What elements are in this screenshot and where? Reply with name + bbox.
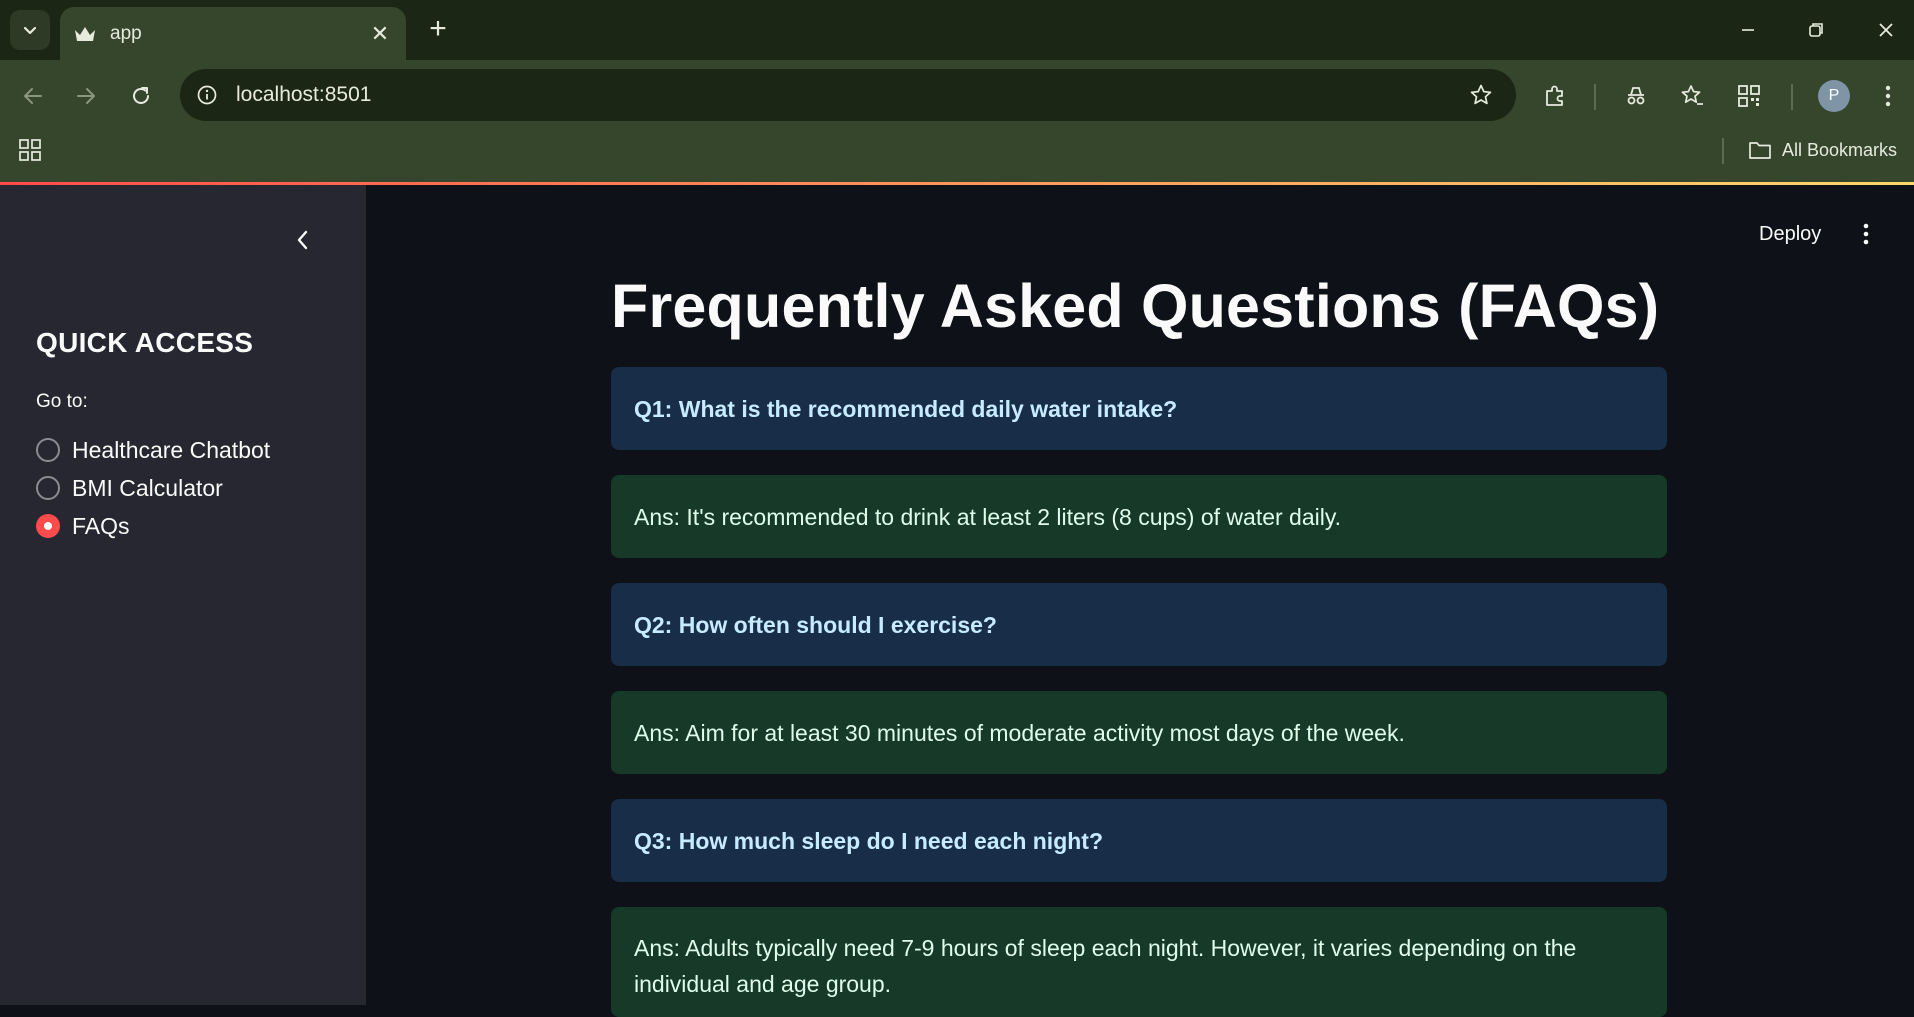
- site-info-icon[interactable]: [194, 82, 220, 108]
- reload-button[interactable]: [121, 76, 161, 116]
- radio-button-unchecked[interactable]: [36, 438, 60, 462]
- kebab-menu-icon: [1863, 223, 1869, 245]
- star-list-icon: [1681, 85, 1703, 105]
- arrow-right-icon: [77, 88, 95, 104]
- back-button[interactable]: [13, 76, 53, 116]
- minimize-button[interactable]: [1728, 12, 1768, 48]
- close-icon: [1879, 23, 1893, 37]
- main-content: Deploy Frequently Asked Questions (FAQs)…: [366, 185, 1914, 1017]
- chevron-down-icon: [23, 26, 37, 35]
- faq-question-card: Q1: What is the recommended daily water …: [611, 367, 1667, 450]
- sidebar: QUICK ACCESS Go to: Healthcare Chatbot B…: [0, 185, 366, 1005]
- faq-question-text: Q3: How much sleep do I need each night?: [634, 827, 1104, 854]
- toolbar-divider: [1791, 84, 1793, 110]
- tab-close-button[interactable]: ✕: [368, 21, 392, 47]
- apps-grid-button[interactable]: [16, 136, 44, 164]
- browser-tab-bar: app ✕ +: [0, 0, 1914, 60]
- faq-question-text: Q2: How often should I exercise?: [634, 611, 997, 638]
- reload-icon: [133, 87, 149, 104]
- browser-menu-button[interactable]: [1868, 76, 1908, 116]
- favorites-button[interactable]: [1672, 76, 1712, 116]
- browser-tab-active[interactable]: app ✕: [60, 7, 406, 60]
- faq-answer-card: Ans: Aim for at least 30 minutes of mode…: [611, 691, 1667, 774]
- forward-button[interactable]: [66, 76, 106, 116]
- bookmark-star-icon[interactable]: [1466, 80, 1496, 110]
- radio-option-label: BMI Calculator: [72, 474, 223, 501]
- radio-group-label: Go to:: [36, 391, 88, 412]
- folder-icon: [1748, 140, 1772, 160]
- arrow-left-icon: [24, 88, 42, 104]
- faq-answer-card: Ans: Adults typically need 7-9 hours of …: [611, 907, 1667, 1017]
- page-title: Frequently Asked Questions (FAQs): [611, 272, 1660, 340]
- minimize-icon: [1742, 29, 1754, 31]
- bookmarks-divider: [1722, 138, 1724, 164]
- faq-answer-text: Ans: Adults typically need 7-9 hours of …: [634, 935, 1577, 997]
- radio-button-unchecked[interactable]: [36, 476, 60, 500]
- address-bar[interactable]: localhost:8501: [180, 69, 1516, 121]
- streamlit-crown-icon: [74, 23, 96, 45]
- sidebar-header: QUICK ACCESS: [36, 327, 254, 358]
- chevron-left-icon: [297, 230, 308, 250]
- all-bookmarks-button[interactable]: All Bookmarks: [1748, 136, 1897, 164]
- apps-grid-icon: [19, 139, 41, 161]
- faq-question-text: Q1: What is the recommended daily water …: [634, 395, 1178, 422]
- radio-option-bmi-calculator[interactable]: BMI Calculator: [36, 473, 223, 503]
- toolbar-divider: [1594, 84, 1596, 110]
- main-menu-button[interactable]: [1854, 219, 1878, 249]
- tab-title: app: [110, 22, 142, 44]
- restore-button[interactable]: [1796, 12, 1836, 48]
- incognito-icon: [1627, 87, 1645, 105]
- qr-code-icon: [1738, 85, 1760, 107]
- close-window-button[interactable]: [1866, 12, 1906, 48]
- incognito-button[interactable]: [1616, 76, 1656, 116]
- url-text[interactable]: localhost:8501: [236, 83, 1466, 107]
- profile-avatar[interactable]: P: [1818, 80, 1850, 112]
- faq-answer-text: Ans: Aim for at least 30 minutes of mode…: [634, 719, 1405, 746]
- faq-question-card: Q2: How often should I exercise?: [611, 583, 1667, 666]
- qr-code-button[interactable]: [1729, 76, 1769, 116]
- radio-option-healthcare-chatbot[interactable]: Healthcare Chatbot: [36, 435, 270, 465]
- radio-option-label: FAQs: [72, 512, 130, 539]
- collapse-sidebar-button[interactable]: [288, 225, 318, 255]
- kebab-menu-icon: [1885, 85, 1891, 107]
- faq-answer-card: Ans: It's recommended to drink at least …: [611, 475, 1667, 558]
- radio-option-label: Healthcare Chatbot: [72, 436, 271, 463]
- new-tab-button[interactable]: +: [424, 14, 452, 46]
- restore-icon: [1809, 23, 1823, 37]
- browser-toolbar: localhost:8501 P All Bookmarks: [0, 60, 1914, 188]
- all-bookmarks-label: All Bookmarks: [1782, 139, 1898, 160]
- tab-search-button[interactable]: [10, 10, 50, 50]
- faq-answer-text: Ans: It's recommended to drink at least …: [634, 503, 1342, 530]
- faq-question-card: Q3: How much sleep do I need each night?: [611, 799, 1667, 882]
- radio-button-checked[interactable]: [36, 514, 60, 538]
- extensions-button[interactable]: [1535, 76, 1575, 116]
- deploy-button[interactable]: Deploy: [1759, 223, 1821, 246]
- puzzle-icon: [1546, 85, 1563, 106]
- radio-option-faqs[interactable]: FAQs: [36, 511, 130, 541]
